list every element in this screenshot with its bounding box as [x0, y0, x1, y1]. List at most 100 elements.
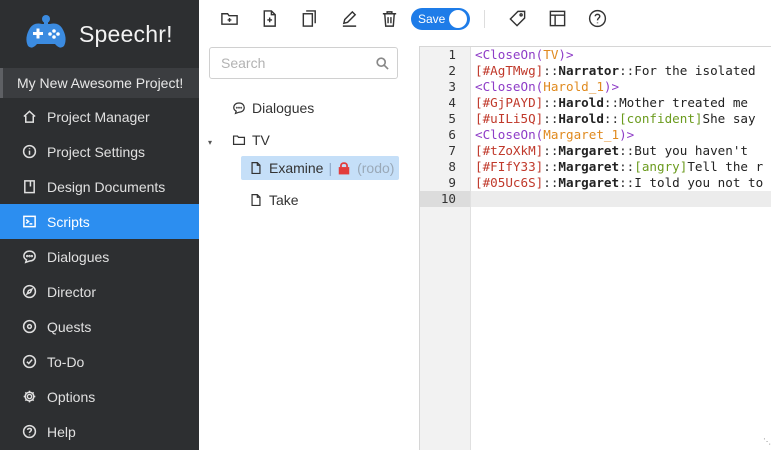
new-file-button[interactable]: [259, 9, 279, 29]
code-token-tag: )>: [619, 127, 635, 142]
code-line[interactable]: [#GjPAYD]::Harold::Mother treated me: [471, 95, 771, 111]
code-line[interactable]: [#05Uc6S]::Margaret::I told you not to: [471, 175, 771, 191]
folder-icon: [232, 135, 246, 145]
lock-owner: (rodo): [357, 160, 395, 176]
line-number: 4: [448, 95, 456, 110]
question-icon: [22, 424, 37, 439]
file-icon: [251, 193, 261, 207]
code-token-sep: ::: [543, 111, 559, 126]
code-line[interactable]: [#FIfY33]::Margaret::[angry]Tell the r: [471, 159, 771, 175]
sidebar-item-project-manager[interactable]: Project Manager: [0, 99, 199, 134]
sidebar-item-scripts[interactable]: Scripts: [0, 204, 199, 239]
toggle-knob: [449, 9, 467, 28]
code-line[interactable]: <CloseOn(TV)>: [471, 47, 771, 63]
save-toggle[interactable]: Save: [411, 7, 470, 30]
resize-handle-icon[interactable]: ⋱: [763, 437, 771, 446]
code-token-sep: ::: [619, 175, 635, 190]
trash-icon: [382, 11, 396, 27]
document-icon: [24, 180, 35, 194]
sidebar-item-label: Dialogues: [47, 248, 110, 265]
line-number: 2: [448, 63, 456, 78]
sidebar-item-label: Options: [47, 388, 96, 405]
code-token-sep: ::: [619, 159, 635, 174]
sidebar-item-options[interactable]: Options: [0, 379, 199, 414]
code-line[interactable]: <CloseOn(Margaret_1)>: [471, 127, 771, 143]
code-token-text: But you haven't: [634, 143, 748, 158]
new-folder-button[interactable]: [219, 9, 239, 29]
line-number: 7: [448, 143, 456, 158]
sidebar-item-dialogues[interactable]: Dialogues: [0, 239, 199, 274]
project-title[interactable]: My New Awesome Project!: [0, 68, 199, 98]
rename-button[interactable]: [339, 9, 359, 29]
code-token-sep: ::: [603, 95, 620, 110]
code-token-sep: ::: [619, 143, 635, 158]
sidebar-item-to-do[interactable]: To-Do: [0, 344, 199, 379]
script-editor[interactable]: 1 2 3 4 5 6 7 8 9 10 <CloseOn(TV)> [#AgTMwg]::Narr…: [419, 46, 771, 450]
sidebar-item-project-settings[interactable]: Project Settings: [0, 134, 199, 169]
layout-button[interactable]: [547, 9, 567, 29]
code-area[interactable]: <CloseOn(TV)> [#AgTMwg]::Narrator::For th…: [471, 47, 771, 450]
tags-button[interactable]: [507, 9, 527, 29]
tree-item-label: TV: [252, 132, 270, 148]
copy-icon: [302, 10, 316, 27]
line-number: 9: [448, 175, 456, 190]
tree-item-label: Take: [269, 192, 299, 208]
code-token-arg: TV: [543, 47, 559, 62]
code-line[interactable]: [471, 191, 771, 207]
tree-item-label: Examine: [269, 160, 324, 176]
new-file-icon: [263, 10, 276, 27]
code-token-name: Margaret: [558, 175, 620, 190]
code-token-name: Harold: [558, 111, 604, 126]
search-input[interactable]: [221, 55, 371, 71]
check-circle-icon: [22, 354, 37, 369]
file-icon: [251, 161, 261, 175]
tree-file-take[interactable]: Take: [249, 188, 299, 212]
sidebar-item-design-documents[interactable]: Design Documents: [0, 169, 199, 204]
code-token-id: [#uILi5Q]: [475, 111, 544, 126]
search-icon: [376, 56, 389, 70]
code-line[interactable]: [#uILi5Q]::Harold::[confident]She say: [471, 111, 771, 127]
tree-file-examine[interactable]: Examine | (rodo): [241, 156, 400, 180]
sidebar-item-label: Quests: [47, 318, 92, 335]
code-token-sep: ::: [603, 111, 620, 126]
expand-caret-icon[interactable]: ▾: [208, 138, 212, 147]
line-number: 10: [420, 191, 470, 207]
code-token-id: [#FIfY33]: [475, 159, 544, 174]
code-token-id: [#tZoXkM]: [475, 143, 544, 158]
code-token-sep: ::: [543, 63, 559, 78]
code-token-name: Narrator: [558, 63, 620, 78]
line-number: 5: [448, 111, 456, 126]
search-box[interactable]: [209, 47, 398, 79]
code-token-tag: )>: [558, 47, 574, 62]
sidebar-item-label: Project Settings: [47, 143, 146, 160]
help-button[interactable]: [587, 9, 607, 29]
gear-icon: [23, 390, 36, 403]
code-token-text: Mother treated me: [619, 95, 748, 110]
sidebar-nav: Project Manager Project Settings Design …: [0, 99, 199, 449]
code-token-tag: <CloseOn(: [475, 79, 544, 94]
code-token-sep: ::: [543, 175, 559, 190]
code-line[interactable]: <CloseOn(Harold_1)>: [471, 79, 771, 95]
code-token-text: For the isolated: [634, 63, 756, 78]
home-icon: [23, 110, 36, 123]
code-token-arg: Margaret_1: [543, 127, 620, 142]
pencil-icon: [342, 10, 356, 27]
brand[interactable]: Speechr!: [0, 0, 199, 68]
tree-folder-tv[interactable]: TV: [232, 128, 270, 152]
delete-button[interactable]: [379, 9, 399, 29]
sidebar-item-label: Project Manager: [47, 108, 150, 125]
code-line[interactable]: [#AgTMwg]::Narrator::For the isolated: [471, 63, 771, 79]
sidebar-item-help[interactable]: Help: [0, 414, 199, 449]
sidebar-item-quests[interactable]: Quests: [0, 309, 199, 344]
sidebar-item-label: To-Do: [47, 353, 85, 370]
sidebar-item-director[interactable]: Director: [0, 274, 199, 309]
save-toggle-label: Save: [418, 11, 446, 26]
sidebar-item-label: Scripts: [47, 213, 90, 230]
line-number: 6: [448, 127, 456, 142]
code-line[interactable]: [#tZoXkM]::Margaret::But you haven't: [471, 143, 771, 159]
sidebar: Speechr! My New Awesome Project! Project…: [0, 0, 199, 450]
duplicate-button[interactable]: [299, 9, 319, 29]
tree-item-label: Dialogues: [252, 100, 315, 116]
code-token-id: [#AgTMwg]: [475, 63, 544, 78]
tree-item-dialogues[interactable]: Dialogues: [232, 96, 314, 120]
